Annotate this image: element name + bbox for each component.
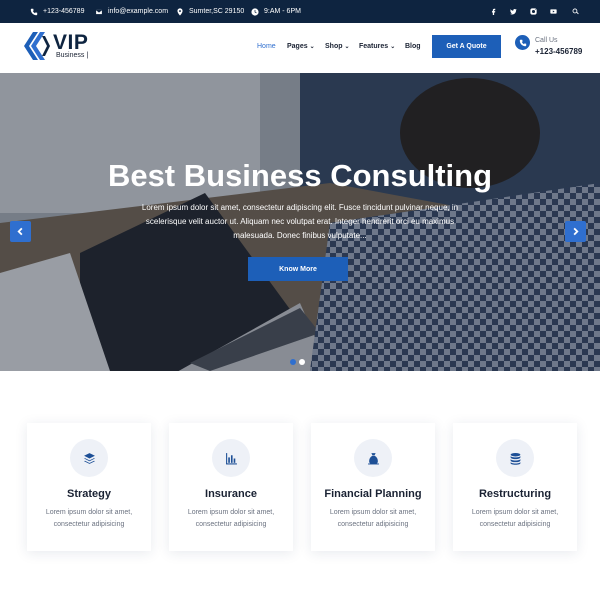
nav-features[interactable]: Features ⌄: [359, 41, 395, 51]
twitter-icon[interactable]: [510, 0, 517, 23]
slider-dot-1[interactable]: [290, 359, 296, 365]
know-more-button[interactable]: Know More: [248, 257, 348, 281]
hero-text: Lorem ipsum dolor sit amet, consectetur …: [141, 203, 459, 240]
envelope-icon: [95, 8, 103, 15]
nav-pages[interactable]: Pages ⌄: [287, 41, 315, 51]
logo-icon[interactable]: [24, 32, 50, 60]
service-title: Financial Planning: [324, 488, 422, 500]
topbar-location: Sumter,SC 29150: [176, 0, 244, 23]
nav-home[interactable]: Home: [257, 41, 276, 51]
logo-subtitle: Business |: [56, 52, 89, 59]
slider-next-button[interactable]: [565, 221, 586, 242]
topbar-phone[interactable]: +123-456789: [30, 0, 84, 23]
service-text: Lorem ipsum dolor sit amet, consectetur …: [471, 509, 559, 528]
slider-prev-button[interactable]: [10, 221, 31, 242]
coins-icon: [496, 439, 534, 477]
nav-blog[interactable]: Blog: [405, 41, 421, 51]
service-text: Lorem ipsum dolor sit amet, consectetur …: [187, 509, 275, 528]
nav-shop[interactable]: Shop ⌄: [325, 41, 350, 51]
logo-title[interactable]: VIP: [53, 32, 88, 53]
service-title: Strategy: [66, 488, 112, 500]
service-card-financial-planning[interactable]: Financial Planning Lorem ipsum dolor sit…: [311, 423, 435, 551]
service-card-insurance[interactable]: Insurance Lorem ipsum dolor sit amet, co…: [169, 423, 293, 551]
topbar-hours-text: 9:AM - 6PM: [264, 8, 301, 15]
chevron-left-icon: [17, 227, 23, 236]
nav-shop-label: Shop: [325, 42, 343, 50]
instagram-icon[interactable]: [530, 0, 537, 23]
bar-chart-icon: [212, 439, 250, 477]
money-bag-icon: [354, 439, 392, 477]
phone-icon: [30, 8, 38, 15]
nav-home-label: Home: [257, 42, 276, 50]
call-us-label: Call Us: [535, 37, 558, 44]
top-bar: +123-456789 info@example.com Sumter,SC 2…: [0, 0, 600, 23]
hero-title: Best Business Consulting: [107, 158, 493, 193]
map-pin-icon: [177, 7, 183, 16]
facebook-icon[interactable]: [490, 0, 497, 23]
service-title: Restructuring: [478, 488, 552, 500]
topbar-hours: 9:AM - 6PM: [251, 0, 301, 23]
chevron-down-icon: ⌄: [344, 43, 350, 50]
clock-icon: [251, 7, 259, 16]
service-text: Lorem ipsum dolor sit amet, consectetur …: [329, 509, 417, 528]
service-card-strategy[interactable]: Strategy Lorem ipsum dolor sit amet, con…: [27, 423, 151, 551]
chevron-down-icon: ⌄: [309, 43, 315, 50]
chevron-right-icon: [573, 227, 579, 236]
call-phone-icon: [515, 35, 530, 50]
youtube-icon[interactable]: [550, 0, 557, 23]
topbar-phone-text: +123-456789: [43, 8, 85, 15]
nav-blog-label: Blog: [405, 42, 421, 50]
call-us-number[interactable]: +123-456789: [535, 47, 582, 56]
get-a-quote-button[interactable]: Get A Quote: [432, 35, 501, 58]
chevron-down-icon: ⌄: [390, 43, 396, 50]
hero-slider: Best Business Consulting Lorem ipsum dol…: [0, 73, 600, 371]
service-card-restructuring[interactable]: Restructuring Lorem ipsum dolor sit amet…: [453, 423, 577, 551]
nav-features-label: Features: [359, 42, 389, 50]
topbar-email-text: info@example.com: [108, 8, 169, 15]
layers-icon: [70, 439, 108, 477]
service-title: Insurance: [205, 488, 257, 500]
slider-dot-2[interactable]: [299, 359, 305, 365]
topbar-location-text: Sumter,SC 29150: [189, 8, 245, 15]
service-text: Lorem ipsum dolor sit amet, consectetur …: [45, 509, 133, 528]
topbar-email[interactable]: info@example.com: [95, 0, 168, 23]
search-icon[interactable]: [572, 0, 579, 23]
nav-pages-label: Pages: [287, 42, 308, 50]
